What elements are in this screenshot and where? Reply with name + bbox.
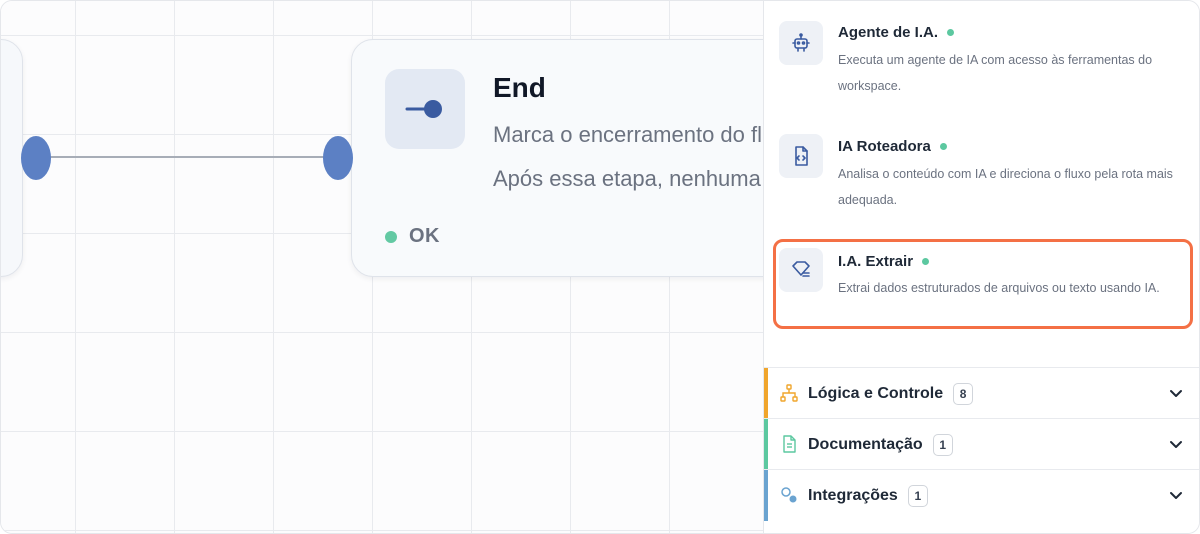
node-item-title: Agente de I.A. [838,24,955,41]
node-item-title-text: IA Roteadora [838,138,931,155]
router-icon [779,134,823,178]
category-integracoes[interactable]: Integrações 1 [764,469,1199,521]
available-dot-icon [947,29,955,36]
category-label: Documentação 1 [808,434,953,456]
category-label: Lógica e Controle 8 [808,383,974,405]
node-item-description: Analisa o conteúdo com IA e direciona o … [838,167,1173,207]
chevron-down-icon[interactable] [1168,385,1184,401]
end-node-description-2: Após essa etapa, nenhuma ação [493,166,763,191]
node-item-description: Executa um agente de IA com acesso às fe… [838,53,1153,93]
end-node-description: Marca o encerramento do fluxo. [493,122,763,147]
flow-canvas[interactable]: End Marca o encerramento do fluxo. Após … [1,1,763,533]
available-dot-icon [939,143,947,150]
previous-node[interactable] [1,39,23,277]
end-node-icon [385,69,465,149]
category-documentacao[interactable]: Documentação 1 [764,418,1199,470]
category-label: Integrações 1 [808,485,928,507]
selection-highlight [773,239,1193,329]
document-icon [783,435,796,453]
category-color-bar [764,470,768,521]
hierarchy-icon [780,384,798,402]
integration-icon [781,487,797,503]
chevron-down-icon[interactable] [1168,487,1184,503]
end-node[interactable]: End Marca o encerramento do fluxo. Após … [351,39,763,277]
category-color-bar [764,419,768,470]
category-count-badge: 8 [953,383,974,405]
category-count-badge: 1 [932,434,953,456]
end-node-status: OK [385,225,440,248]
status-label: OK [409,225,440,247]
node-library-panel: Agente de I.A. Executa um agente de IA c… [763,1,1199,533]
robot-icon [779,21,823,65]
end-node-title: End [493,72,546,103]
node-item-agente-ia[interactable]: Agente de I.A. Executa um agente de IA c… [764,1,1199,116]
category-label-text: Lógica e Controle [808,385,944,402]
node-connection-edge[interactable] [37,156,339,158]
node-item-title: IA Roteadora [838,138,947,155]
workflow-editor: End Marca o encerramento do fluxo. Após … [0,0,1200,534]
category-count-badge: 1 [907,485,928,507]
chevron-down-icon[interactable] [1168,436,1184,452]
category-color-bar [764,368,768,419]
node-item-ia-roteadora[interactable]: IA Roteadora Analisa o conteúdo com IA e… [764,116,1199,231]
output-handle[interactable] [21,136,51,180]
category-logica-controle[interactable]: Lógica e Controle 8 [764,367,1199,419]
status-dot-icon [385,230,397,243]
category-label-text: Documentação [808,436,923,453]
category-label-text: Integrações [808,487,898,504]
input-handle[interactable] [323,136,353,180]
node-item-title-text: Agente de I.A. [838,24,939,41]
